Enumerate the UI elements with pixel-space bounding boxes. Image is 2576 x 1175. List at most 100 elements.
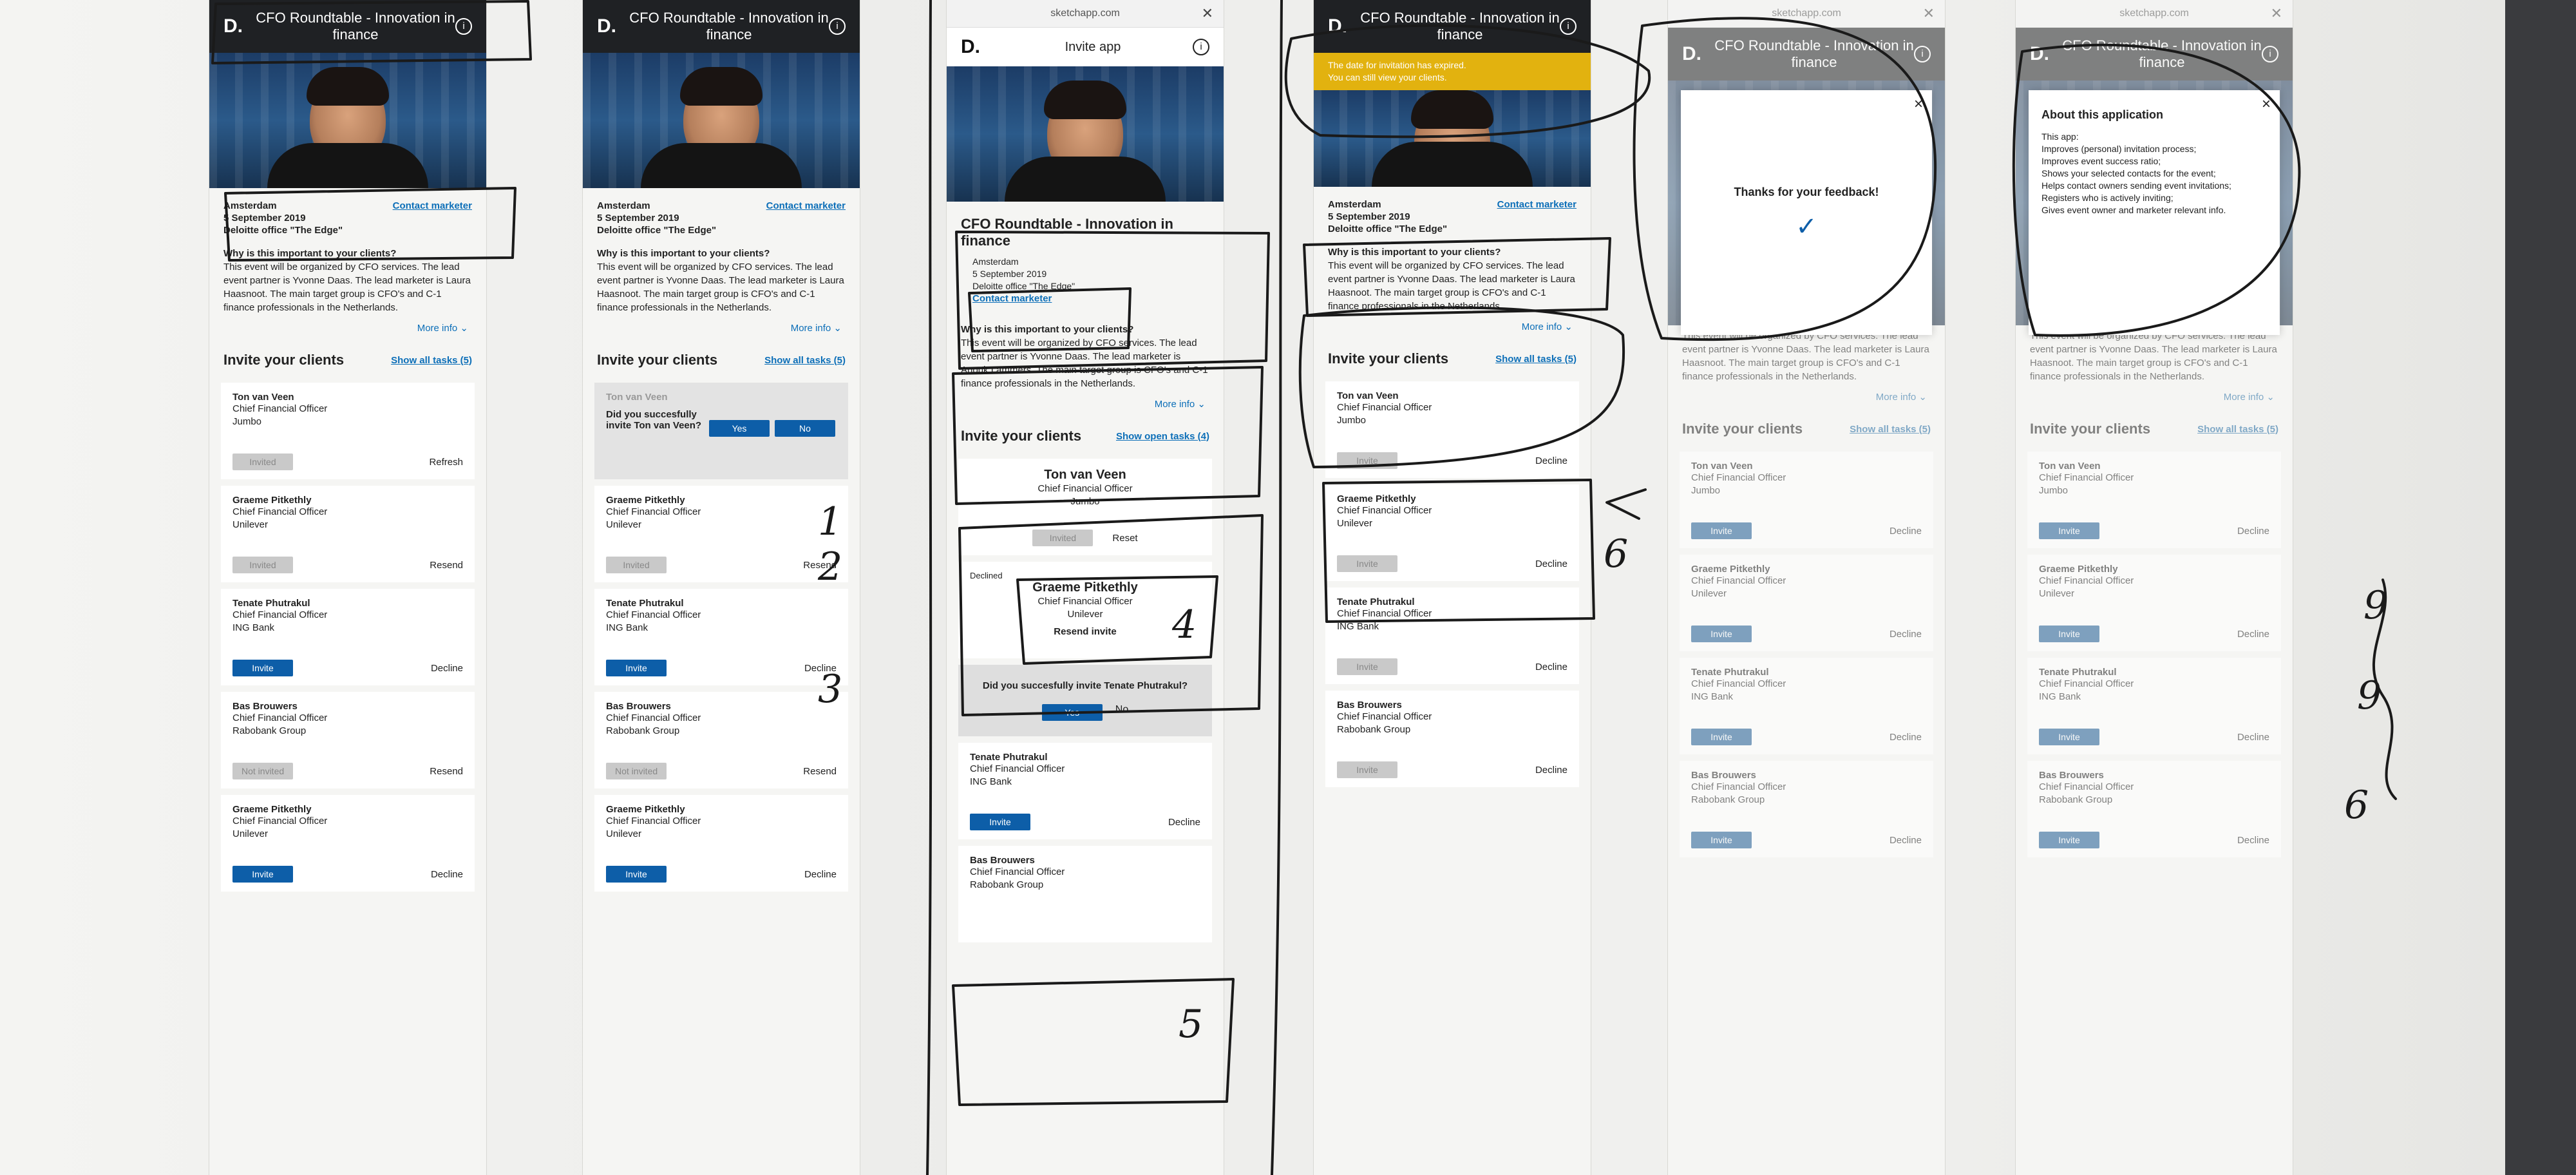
- info-icon[interactable]: i: [455, 18, 472, 35]
- decline-button[interactable]: Decline: [2237, 835, 2269, 846]
- yes-button[interactable]: Yes: [709, 420, 770, 437]
- invite-button[interactable]: Invite: [2039, 832, 2099, 848]
- why-text: This event will be organized by CFO serv…: [961, 338, 1208, 389]
- reset-button[interactable]: Reset: [1112, 533, 1137, 544]
- info-icon[interactable]: i: [829, 18, 846, 35]
- client-company: ING Bank: [2039, 691, 2081, 702]
- url-text: sketchapp.com: [1050, 8, 1120, 19]
- resend-button[interactable]: Resend: [430, 560, 463, 571]
- header-title: CFO Roundtable - Innovation in finance: [256, 10, 455, 43]
- contact-marketer-link[interactable]: Contact marketer: [1497, 198, 1577, 235]
- decline-button[interactable]: Decline: [1889, 629, 1922, 640]
- contact-marketer-link[interactable]: Contact marketer: [766, 200, 846, 236]
- no-button[interactable]: No: [1115, 704, 1128, 721]
- invited-button[interactable]: Invited: [606, 557, 667, 573]
- invite-button[interactable]: Invite: [2039, 522, 2099, 539]
- invite-button[interactable]: Invite: [2039, 729, 2099, 745]
- resend-button[interactable]: Resend: [803, 560, 837, 571]
- more-info-link[interactable]: More info ⌄: [583, 318, 860, 344]
- decline-button[interactable]: Decline: [1889, 526, 1922, 537]
- info-icon[interactable]: i: [2262, 46, 2278, 62]
- app-header: D. CFO Roundtable - Innovation in financ…: [209, 0, 486, 53]
- decline-button[interactable]: Decline: [431, 663, 463, 674]
- close-icon[interactable]: ✕: [2271, 5, 2282, 22]
- close-icon[interactable]: ✕: [1923, 5, 1935, 22]
- event-video[interactable]: [209, 53, 486, 188]
- invited-button[interactable]: Invited: [232, 557, 293, 573]
- more-info-link[interactable]: More info ⌄: [209, 318, 486, 344]
- why-text: This event will be organized by CFO serv…: [2030, 330, 2277, 382]
- client-card: Tenate Phutrakul Chief Financial Officer…: [2027, 658, 2281, 754]
- invite-section-header: Invite your clients Show all tasks (5): [2016, 413, 2293, 445]
- app-header: D. CFO Roundtable - Innovation in financ…: [1314, 0, 1591, 53]
- show-all-tasks-link[interactable]: Show all tasks (5): [391, 355, 472, 366]
- no-button[interactable]: No: [775, 420, 835, 437]
- close-icon[interactable]: ✕: [1202, 5, 1213, 22]
- info-icon[interactable]: i: [1914, 46, 1931, 62]
- invite-button[interactable]: Invite: [606, 660, 667, 676]
- url-text: sketchapp.com: [1772, 8, 1841, 19]
- show-all-tasks-link[interactable]: Show all tasks (5): [1850, 424, 1931, 435]
- resend-button[interactable]: Resend: [430, 766, 463, 777]
- client-name: Bas Brouwers: [1691, 770, 1756, 781]
- client-role: Chief Financial Officer: [1691, 781, 1786, 792]
- info-icon[interactable]: i: [1193, 39, 1209, 55]
- invite-button[interactable]: Invite: [232, 660, 293, 676]
- decline-button[interactable]: Decline: [1168, 817, 1200, 828]
- invite-button[interactable]: Invite: [1691, 522, 1752, 539]
- client-name: Graeme Pitkethly: [2039, 564, 2118, 575]
- more-info-label: More info: [790, 323, 831, 334]
- yes-button[interactable]: Yes: [1041, 704, 1103, 721]
- invite-button[interactable]: Invite: [970, 814, 1030, 830]
- invite-button[interactable]: Invite: [1337, 555, 1397, 572]
- refresh-button[interactable]: Refresh: [429, 457, 463, 468]
- decline-button[interactable]: Decline: [2237, 526, 2269, 537]
- invited-button[interactable]: Invited: [232, 454, 293, 470]
- client-role: Chief Financial Officer: [232, 816, 328, 826]
- screen-3: sketchapp.com ✕ D. Invite app i CFO Round…: [947, 0, 1224, 1175]
- invite-button[interactable]: Invite: [1337, 452, 1397, 469]
- resend-button[interactable]: Resend: [803, 766, 837, 777]
- more-info-link[interactable]: More info ⌄: [2016, 387, 2293, 413]
- decline-button[interactable]: Decline: [1889, 732, 1922, 743]
- more-info-link[interactable]: More info ⌄: [1314, 317, 1591, 343]
- resend-invite-button[interactable]: Resend invite: [970, 626, 1200, 637]
- event-video[interactable]: [1314, 90, 1591, 187]
- decline-button[interactable]: Decline: [431, 869, 463, 880]
- decline-button[interactable]: Decline: [1535, 765, 1567, 776]
- info-icon[interactable]: i: [1560, 18, 1577, 35]
- invite-button[interactable]: Invite: [1691, 729, 1752, 745]
- invite-button[interactable]: Invite: [1691, 626, 1752, 642]
- contact-marketer-link[interactable]: Contact marketer: [972, 292, 1198, 305]
- close-icon[interactable]: ×: [1914, 95, 1923, 113]
- close-icon[interactable]: ×: [2262, 95, 2271, 113]
- more-info-link[interactable]: More info ⌄: [947, 394, 1224, 420]
- decline-button[interactable]: Decline: [804, 663, 837, 674]
- invite-button[interactable]: Invite: [2039, 626, 2099, 642]
- decline-button[interactable]: Decline: [2237, 732, 2269, 743]
- show-open-tasks-link[interactable]: Show open tasks (4): [1116, 431, 1209, 442]
- more-info-link[interactable]: More info ⌄: [1668, 387, 1945, 413]
- client-card: Bas Brouwers Chief Financial Officer Rab…: [221, 692, 475, 788]
- show-all-tasks-link[interactable]: Show all tasks (5): [2197, 424, 2278, 435]
- show-all-tasks-link[interactable]: Show all tasks (5): [1495, 354, 1577, 365]
- event-video[interactable]: [583, 53, 860, 188]
- client-company: Jumbo: [1070, 496, 1100, 507]
- invite-button[interactable]: Invite: [606, 866, 667, 883]
- invite-button[interactable]: Invite: [1337, 761, 1397, 778]
- decline-button[interactable]: Decline: [1535, 559, 1567, 569]
- decline-button[interactable]: Decline: [1535, 662, 1567, 673]
- decline-button[interactable]: Decline: [1889, 835, 1922, 846]
- invite-button[interactable]: Invite: [1691, 832, 1752, 848]
- not-invited-button[interactable]: Not invited: [606, 763, 667, 779]
- invite-button[interactable]: Invite: [232, 866, 293, 883]
- decline-button[interactable]: Decline: [804, 869, 837, 880]
- invited-button[interactable]: Invited: [1032, 530, 1094, 546]
- not-invited-button[interactable]: Not invited: [232, 763, 294, 779]
- event-video[interactable]: [947, 66, 1224, 202]
- decline-button[interactable]: Decline: [2237, 629, 2269, 640]
- invite-button[interactable]: Invite: [1337, 658, 1397, 675]
- show-all-tasks-link[interactable]: Show all tasks (5): [764, 355, 846, 366]
- decline-button[interactable]: Decline: [1535, 455, 1567, 466]
- contact-marketer-link[interactable]: Contact marketer: [393, 200, 472, 236]
